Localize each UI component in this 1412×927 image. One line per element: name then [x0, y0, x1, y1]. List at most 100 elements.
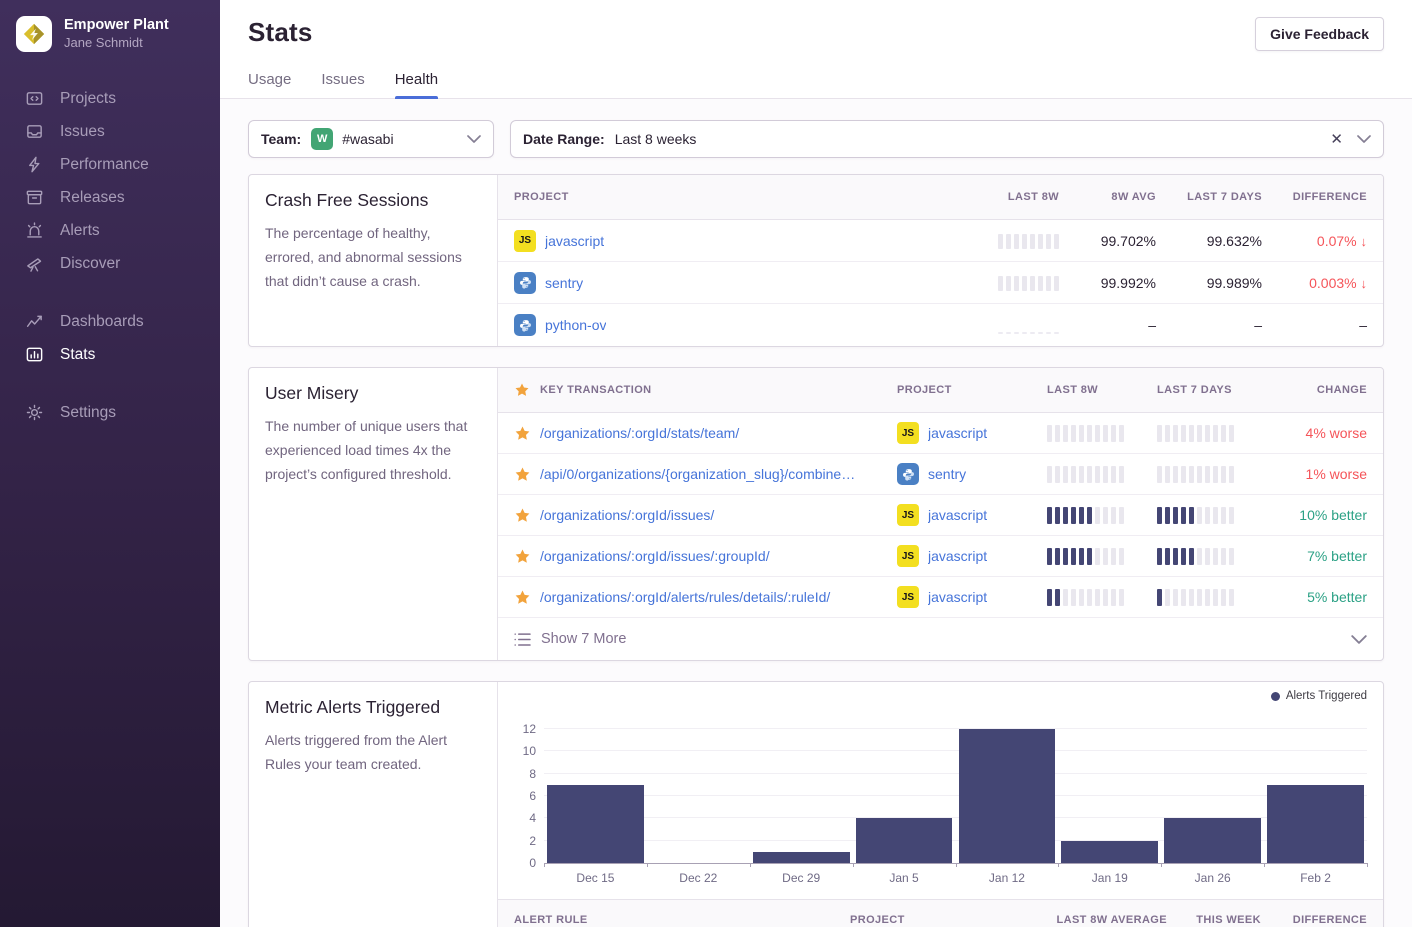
show-more-row[interactable]: Show 7 More	[498, 618, 1383, 660]
sidebar-item-label: Performance	[60, 156, 149, 174]
sidebar-item-label: Settings	[60, 404, 116, 422]
panel-title: Metric Alerts Triggered	[265, 697, 481, 718]
sidebar-item-label: Issues	[60, 123, 105, 141]
project-link[interactable]: javascript	[928, 548, 987, 564]
key-transaction-star-icon[interactable]	[514, 425, 531, 442]
sparkline	[1157, 425, 1267, 442]
chevron-down-icon	[1351, 635, 1367, 644]
sidebar-item-projects[interactable]: Projects	[0, 82, 220, 115]
org-avatar	[16, 16, 52, 52]
project-link[interactable]: javascript	[928, 425, 987, 441]
tab-issues[interactable]: Issues	[321, 71, 364, 98]
sparkline	[1157, 589, 1267, 606]
key-transaction-star-icon[interactable]	[514, 466, 531, 483]
table-header: Key Transaction Project Last 8w Last 7 D…	[498, 368, 1383, 413]
alerts-icon	[25, 221, 44, 240]
key-transaction-star-icon[interactable]	[514, 589, 531, 606]
give-feedback-button[interactable]: Give Feedback	[1255, 17, 1384, 51]
date-range-selector[interactable]: Date Range: Last 8 weeks ✕	[510, 120, 1384, 158]
star-icon	[514, 382, 530, 398]
column-header: Difference	[1293, 191, 1367, 203]
page-title: Stats	[248, 17, 313, 48]
key-transaction-star-icon[interactable]	[514, 548, 531, 565]
sidebar-item-discover[interactable]: Discover	[0, 247, 220, 280]
date-range-value: Last 8 weeks	[615, 131, 697, 147]
sparkline	[1047, 548, 1157, 565]
sidebar-item-settings[interactable]: Settings	[0, 396, 220, 429]
difference-value: 0.003%	[1309, 275, 1356, 291]
column-header: Last 8w	[1008, 191, 1059, 203]
chevron-down-icon	[467, 135, 481, 143]
difference-value: –	[1359, 317, 1367, 333]
sidebar-item-label: Projects	[60, 90, 116, 108]
project-link[interactable]: sentry	[928, 466, 966, 482]
change-value: 5% better	[1307, 589, 1367, 605]
sidebar-item-alerts[interactable]: Alerts	[0, 214, 220, 247]
sidebar-item-releases[interactable]: Releases	[0, 181, 220, 214]
project-link[interactable]: javascript	[928, 589, 987, 605]
transaction-link[interactable]: /organizations/:orgId/issues/:groupId/	[540, 548, 897, 564]
sidebar-nav: Projects Issues Performance Releases Ale…	[0, 82, 220, 429]
project-link[interactable]: python-ov	[545, 317, 606, 333]
transaction-link[interactable]: /organizations/:orgId/alerts/rules/detai…	[540, 589, 897, 605]
team-selector[interactable]: Team: W #wasabi	[248, 120, 494, 158]
change-value: 1% worse	[1306, 466, 1367, 482]
sparkline	[1047, 466, 1157, 483]
team-value: #wasabi	[342, 131, 393, 147]
column-header: Last 8w	[1047, 384, 1157, 396]
python-platform-icon	[897, 463, 919, 485]
tab-usage[interactable]: Usage	[248, 71, 291, 98]
legend-dot-icon	[1271, 692, 1280, 701]
avg-8w-value: –	[1148, 317, 1156, 333]
date-range-label: Date Range:	[523, 131, 605, 147]
org-switcher[interactable]: Empower Plant Jane Schmidt	[0, 0, 220, 52]
sidebar-item-stats[interactable]: Stats	[0, 338, 220, 371]
user-name: Jane Schmidt	[64, 35, 169, 52]
avg-8w-value: 99.702%	[1101, 233, 1156, 249]
transaction-link[interactable]: /organizations/:orgId/stats/team/	[540, 425, 897, 441]
project-link[interactable]: sentry	[545, 275, 583, 291]
column-header: Key Transaction	[540, 384, 897, 396]
column-header: Alert Rule	[514, 914, 850, 926]
panel-description: Alerts triggered from the Alert Rules yo…	[265, 728, 481, 776]
column-header: Last 7 Days	[1187, 191, 1262, 203]
metric-alerts-panel: Metric Alerts Triggered Alerts triggered…	[248, 681, 1384, 927]
clear-date-icon[interactable]: ✕	[1330, 130, 1343, 148]
sidebar-item-label: Releases	[60, 189, 125, 207]
project-link[interactable]: javascript	[545, 233, 604, 249]
table-row: sentry 99.992% 99.989% 0.003% ↓	[498, 262, 1383, 304]
transaction-link[interactable]: /organizations/:orgId/issues/	[540, 507, 897, 523]
org-name: Empower Plant	[64, 16, 169, 34]
alert-rule-table-header: Alert Rule Project Last 8w Average This …	[498, 899, 1383, 927]
panel-title: User Misery	[265, 383, 481, 404]
transaction-link[interactable]: /api/0/organizations/{organization_slug}…	[540, 466, 897, 482]
python-platform-icon	[514, 272, 536, 294]
column-header: This Week	[1196, 914, 1261, 926]
key-transaction-star-icon[interactable]	[514, 507, 531, 524]
chart-plot-area: 024681012	[544, 716, 1367, 864]
sparkline	[1047, 507, 1157, 524]
javascript-platform-icon: JS	[897, 504, 919, 526]
sparkline	[998, 317, 1059, 334]
sidebar-item-performance[interactable]: Performance	[0, 148, 220, 181]
sidebar-item-label: Dashboards	[60, 313, 144, 331]
arrow-down-icon: ↓	[1361, 234, 1368, 249]
stats-icon	[25, 345, 44, 364]
legend-label: Alerts Triggered	[1286, 690, 1367, 702]
legend-item[interactable]: Alerts Triggered	[1271, 690, 1367, 702]
list-icon	[514, 632, 531, 647]
issues-icon	[25, 122, 44, 141]
sidebar-item-issues[interactable]: Issues	[0, 115, 220, 148]
sparkline	[1157, 466, 1267, 483]
javascript-platform-icon: JS	[897, 422, 919, 444]
javascript-platform-icon: JS	[897, 586, 919, 608]
change-value: 10% better	[1299, 507, 1367, 523]
column-header: Project	[514, 191, 929, 203]
sidebar-item-dashboards[interactable]: Dashboards	[0, 305, 220, 338]
last-7d-value: 99.989%	[1207, 275, 1262, 291]
tab-health[interactable]: Health	[395, 71, 438, 98]
project-link[interactable]: javascript	[928, 507, 987, 523]
settings-icon	[25, 403, 44, 422]
user-misery-panel: User Misery The number of unique users t…	[248, 367, 1384, 661]
table-row: /organizations/:orgId/alerts/rules/detai…	[498, 577, 1383, 618]
